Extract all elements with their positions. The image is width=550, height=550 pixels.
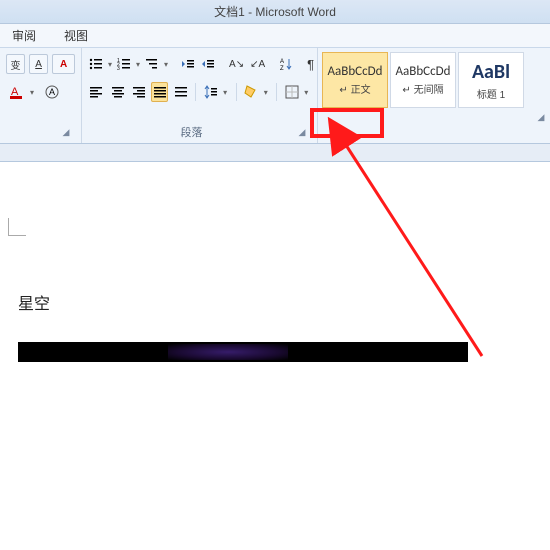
shading-button[interactable] bbox=[243, 82, 260, 102]
styles-group: AaBbCcDd ↵ 正文 AaBbCcDd ↵ 无间隔 AaBl 标题 1 ◢ bbox=[318, 48, 550, 143]
horizontal-ruler[interactable] bbox=[0, 144, 550, 162]
rtl-button[interactable]: ↙A bbox=[249, 54, 266, 74]
font-color-icon: A bbox=[8, 84, 24, 100]
distribute-button[interactable] bbox=[172, 82, 189, 102]
style-preview: AaBl bbox=[472, 60, 510, 84]
align-left-button[interactable] bbox=[88, 82, 105, 102]
increase-indent-button[interactable] bbox=[200, 54, 216, 74]
separator bbox=[195, 83, 196, 101]
document-image[interactable] bbox=[18, 342, 468, 362]
svg-text:Z: Z bbox=[280, 66, 284, 71]
multilevel-list-button[interactable] bbox=[144, 54, 160, 74]
dropdown-icon[interactable]: ▾ bbox=[264, 88, 271, 97]
document-text[interactable]: 星空 bbox=[18, 290, 50, 314]
dropdown-icon[interactable]: ▾ bbox=[30, 88, 38, 97]
decrease-indent-button[interactable] bbox=[180, 54, 196, 74]
font-dialog-launcher[interactable]: ◢ bbox=[59, 125, 73, 139]
dec-indent-icon bbox=[181, 57, 195, 71]
font-color-button[interactable]: A bbox=[6, 82, 26, 102]
font-group-partial: 变 A A A ▾ A ◢ bbox=[0, 48, 82, 143]
align-center-button[interactable] bbox=[109, 82, 126, 102]
inc-indent-icon bbox=[201, 57, 215, 71]
tab-review[interactable]: 审阅 bbox=[8, 25, 40, 46]
svg-text:3: 3 bbox=[117, 66, 120, 71]
document-area[interactable]: 星空 bbox=[0, 162, 550, 550]
multilevel-icon bbox=[145, 57, 159, 71]
char-shading-button[interactable]: A bbox=[52, 54, 75, 74]
sort-button[interactable]: AZ bbox=[278, 54, 294, 74]
line-spacing-icon bbox=[204, 85, 218, 99]
style-preview: AaBbCcDd bbox=[328, 64, 383, 79]
style-normal[interactable]: AaBbCcDd ↵ 正文 bbox=[322, 52, 388, 108]
style-nospacing[interactable]: AaBbCcDd ↵ 无间隔 bbox=[390, 52, 456, 108]
show-marks-button[interactable]: ¶ bbox=[306, 54, 315, 74]
char-border-button[interactable]: A bbox=[29, 54, 48, 74]
dropdown-icon[interactable]: ▾ bbox=[304, 88, 311, 97]
dropdown-icon[interactable]: ▾ bbox=[223, 88, 230, 97]
style-label: ↵ 无间隔 bbox=[402, 81, 443, 96]
styles-dialog-launcher[interactable]: ◢ bbox=[534, 110, 548, 124]
numbering-button[interactable]: 123 bbox=[116, 54, 132, 74]
page-corner-mark bbox=[8, 218, 26, 236]
line-spacing-button[interactable] bbox=[202, 82, 219, 102]
enclose-char-icon: A bbox=[44, 84, 60, 100]
ribbon: 变 A A A ▾ A ◢ ▾ 123 bbox=[0, 48, 550, 144]
enclose-char-button[interactable]: A bbox=[42, 82, 62, 102]
window-titlebar: 文档1 - Microsoft Word bbox=[0, 0, 550, 24]
style-label: ↵ 正文 bbox=[339, 81, 370, 96]
svg-text:A: A bbox=[49, 87, 55, 97]
ribbon-tabs: 审阅 视图 bbox=[0, 24, 550, 48]
dropdown-icon[interactable]: ▾ bbox=[164, 60, 168, 69]
align-left-icon bbox=[90, 85, 104, 99]
align-justify-icon bbox=[153, 85, 167, 99]
style-preview: AaBbCcDd bbox=[396, 64, 451, 79]
shading-icon bbox=[244, 85, 258, 99]
dropdown-icon[interactable]: ▾ bbox=[108, 60, 112, 69]
window-title: 文档1 - Microsoft Word bbox=[214, 3, 336, 20]
paragraph-group: ▾ 123 ▾ ▾ A↘ ↙A AZ bbox=[82, 48, 318, 143]
align-right-icon bbox=[132, 85, 146, 99]
numbering-icon: 123 bbox=[117, 57, 131, 71]
align-right-button[interactable] bbox=[130, 82, 147, 102]
sort-icon: AZ bbox=[279, 57, 293, 71]
paragraph-group-label: 段落 bbox=[88, 125, 295, 141]
borders-icon bbox=[285, 85, 299, 99]
paragraph-dialog-launcher[interactable]: ◢ bbox=[295, 125, 309, 139]
align-justify-button[interactable] bbox=[151, 82, 168, 102]
ltr-button[interactable]: A↘ bbox=[228, 54, 245, 74]
bullets-icon bbox=[89, 57, 103, 71]
tab-view[interactable]: 视图 bbox=[60, 25, 92, 46]
svg-text:A: A bbox=[280, 59, 284, 65]
separator bbox=[276, 83, 277, 101]
style-label: 标题 1 bbox=[477, 86, 505, 101]
bullets-button[interactable] bbox=[88, 54, 104, 74]
borders-button[interactable] bbox=[283, 82, 300, 102]
separator bbox=[236, 83, 237, 101]
phonetic-guide-button[interactable]: 变 bbox=[6, 54, 25, 74]
style-heading1[interactable]: AaBl 标题 1 bbox=[458, 52, 524, 108]
dropdown-icon[interactable]: ▾ bbox=[136, 60, 140, 69]
image-content bbox=[168, 344, 288, 360]
align-center-icon bbox=[111, 85, 125, 99]
distribute-icon bbox=[174, 85, 188, 99]
